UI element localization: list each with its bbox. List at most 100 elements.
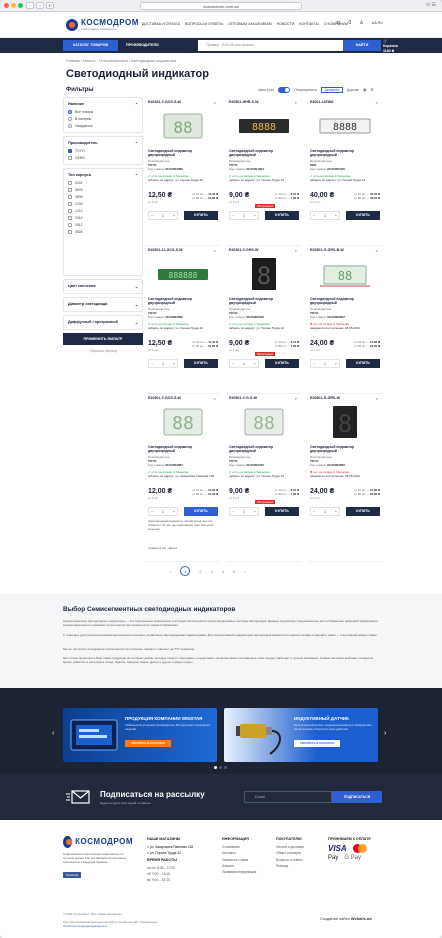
page-number[interactable]: 1 [180,566,191,576]
filter-option[interactable]: Ожидается [68,124,138,128]
forward-icon[interactable]: › [36,2,44,9]
banner-sensor[interactable]: ИНДУКТИВНЫЙ ДАТЧИК Бесконтактный датчик,… [224,708,378,762]
plus-icon[interactable]: + [173,362,175,366]
zoom-icon[interactable]: ⌕ [376,248,378,253]
breadcrumb[interactable]: Главная / Каталог / Оптоэлектроника / Св… [66,59,176,63]
product-image[interactable]: 88 [156,404,210,440]
product-sku[interactable]: E20361-Y-GHS-W [229,248,258,252]
footer-link[interactable]: Обмен и возврат [276,850,304,856]
product-sku[interactable]: E20281-Y-GCS-S-W [148,100,181,104]
product-name[interactable]: Светодиодный индикатор двухразрядный [310,149,380,157]
subscribe-button[interactable]: ПОДПИСАТЬСЯ [332,791,382,803]
minus-icon[interactable]: − [313,214,315,218]
carousel-dots[interactable] [214,766,227,769]
product-sku[interactable]: E20561-HHR-S-W [229,100,259,104]
plus-icon[interactable]: + [335,510,337,514]
filter-option[interactable]: 1206 [68,202,138,206]
sort-dearer[interactable]: Дороже [347,88,359,92]
carousel-next-icon[interactable]: › [384,730,386,737]
minus-icon[interactable]: − [232,362,234,366]
product-image[interactable]: 88 [318,256,372,292]
plus-icon[interactable]: + [335,362,337,366]
product-name[interactable]: Светодиодный индикатор двухразрядный [148,149,218,157]
maximize-dot[interactable] [18,3,23,8]
nav-link[interactable]: КОНТАКТЫ [299,22,318,26]
product-sku[interactable]: E20801-G-GRS-W [310,396,340,400]
product-sku[interactable]: E20501-11-GCS-S-W [148,248,183,252]
product-sku[interactable]: E20501-Y-GCS-S-W [148,396,181,400]
zoom-icon[interactable]: ⌕ [214,396,216,401]
logo[interactable]: КОСМОДРОМ электронные компоненты [66,18,139,31]
zoom-icon[interactable]: ⌕ [295,396,297,401]
chevron-up-icon[interactable]: ⌃ [135,102,138,107]
privacy-link[interactable]: Политика конфиденциальности [63,924,158,928]
footer-logo[interactable]: КОСМОДРОМ [63,836,133,848]
checkbox[interactable] [68,202,72,206]
browser-menu-icon[interactable]: ⊙ ☰ [426,2,436,8]
product-card[interactable]: E20281-Y-GCS-S-W ⌕ 88 Светодиодный индикато… [146,98,220,246]
chevron-down-icon[interactable]: ⌄ [135,284,138,289]
filter-option[interactable]: 0603 [68,188,138,192]
page-number[interactable]: 3 [211,569,213,574]
page-number[interactable]: 5 [233,569,235,574]
buy-button[interactable]: КУПИТЬ [346,211,380,220]
product-card[interactable]: E20501-Y-GCS-S-W ⌕ 88 Светодиодный индикато… [146,394,220,562]
quantity-value[interactable]: 1 [162,214,164,218]
quantity-stepper[interactable]: − 1 + [148,507,178,516]
price-toggle[interactable] [278,87,291,93]
quantity-stepper[interactable]: − 1 + [229,211,259,220]
checkbox[interactable] [68,156,72,160]
product-image[interactable]: 888888 [156,256,210,292]
checkbox[interactable] [68,188,72,192]
window-controls[interactable] [4,3,23,8]
product-image[interactable]: 88 [156,108,210,144]
nav-link[interactable]: ВОПРОСЫ И ОТВЕТЫ [185,22,223,26]
cart-button[interactable]: 🛒 Корзина 1180 ₴ [383,39,398,54]
compare-icon[interactable]: ⚖ [336,20,340,26]
buy-button[interactable]: КУПИТЬ [265,359,299,368]
chevron-down-icon[interactable]: ⌄ [135,320,138,325]
product-card[interactable]: E20561-Y-G-S-W ⌕ 88 Светодиодный индикатор … [227,394,301,562]
product-card[interactable]: E20361-Y-GHS-W ⌕ 8 Светодиодный индикатор д… [227,246,301,394]
filter-option[interactable]: GENS [68,156,138,160]
search-button[interactable]: НАЙТИ [343,40,381,51]
next-page-icon[interactable]: › [244,569,245,574]
radio-icon[interactable] [68,110,72,114]
buy-button[interactable]: КУПИТЬ [346,507,380,516]
quantity-stepper[interactable]: − 1 + [229,507,259,516]
quantity-stepper[interactable]: − 1 + [310,507,340,516]
carousel-prev-icon[interactable]: ‹ [52,730,54,737]
filter-option[interactable]: 0402 [68,181,138,185]
zoom-icon[interactable]: ⌕ [214,248,216,253]
user-icon[interactable]: ♙ [359,20,363,26]
minus-icon[interactable]: − [151,510,153,514]
plus-icon[interactable]: + [335,214,337,218]
checkbox[interactable] [68,149,72,153]
filter-option[interactable]: 0805 [68,195,138,199]
banner-winstar[interactable]: ПРОДУКЦИЯ КОМПАНИИ WINSTAR Тайваньский д… [63,708,217,762]
apply-filter-button[interactable]: ПРИМЕНИТЬ ФИЛЬТР [63,333,143,345]
zoom-icon[interactable]: ⌕ [376,396,378,401]
chevron-up-icon[interactable]: ⌃ [135,173,138,178]
minus-icon[interactable]: − [232,214,234,218]
quantity-value[interactable]: 1 [324,362,326,366]
plus-icon[interactable]: + [254,214,256,218]
filter-option[interactable]: 2512 [68,223,138,227]
quantity-value[interactable]: 1 [324,510,326,514]
filter-option[interactable]: Все товары [68,110,138,114]
checkbox[interactable] [68,195,72,199]
product-sku[interactable]: E4061-11EWA [310,100,334,104]
zoom-icon[interactable]: ⌕ [295,248,297,253]
banner-button[interactable]: СМОТРЕТЬ В КАТАЛОГЕ [294,740,340,747]
plus-icon[interactable]: + [254,510,256,514]
nav-link[interactable]: ОПТОВЫМ ЗАКАЗЧИКАМ [228,22,271,26]
back-icon[interactable]: ‹ [26,2,34,9]
quantity-value[interactable]: 1 [162,510,164,514]
filter-option[interactable]: TOYO [68,149,138,153]
catalog-button[interactable]: КАТАЛОГ ТОВАРОВ [63,40,118,51]
minus-icon[interactable]: − [313,362,315,366]
zoom-icon[interactable]: ⌕ [295,100,297,105]
filter-option[interactable]: В наличии [68,117,138,121]
search-input[interactable]: Пример: 1N4148 или Arduino [198,40,343,51]
quantity-stepper[interactable]: − 1 + [148,211,178,220]
